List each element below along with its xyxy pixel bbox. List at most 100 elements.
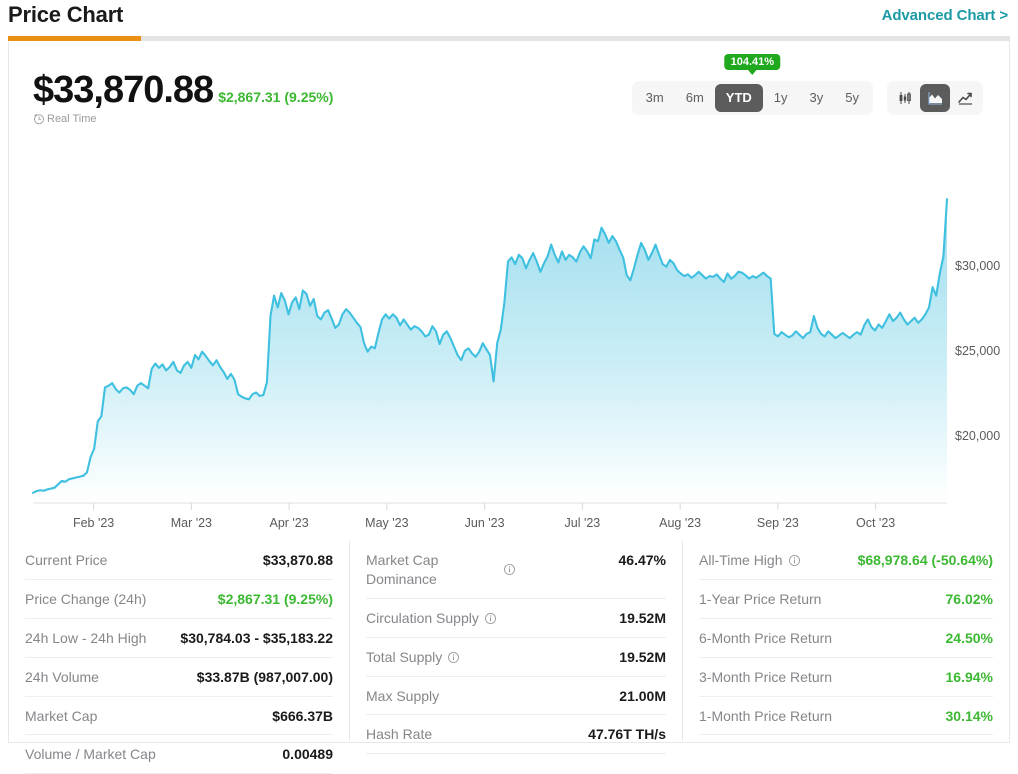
stats-column-3: All-Time High $68,978.64 (-50.64%) 1-Year …: [682, 541, 1009, 741]
range-button-5y[interactable]: 5y: [834, 84, 870, 112]
x-axis-tick-label: Oct '23: [856, 516, 895, 530]
chart-card: $33,870.88 $2,867.31 (9.25%) Real Time 10…: [8, 41, 1010, 774]
realtime-label: Real Time: [47, 113, 97, 125]
page-title: Price Chart: [8, 2, 124, 27]
realtime-indicator: Real Time: [33, 113, 333, 125]
stat-label-wrap: Current Price: [25, 551, 107, 570]
stat-row: Market Cap Dominance 46.47%: [366, 541, 666, 599]
range-button-ytd[interactable]: YTD: [714, 84, 763, 112]
chart-controls: 104.41% 3m 6m YTD 1y 3y 5y: [631, 54, 983, 115]
y-axis-tick-label: $30,000: [955, 259, 1000, 273]
stat-label: 1-Year Price Return: [699, 590, 822, 607]
stat-value: 76.02%: [945, 590, 993, 607]
current-price: $33,870.88: [33, 69, 214, 111]
stat-label-wrap: Market Cap: [25, 707, 97, 726]
stat-label-wrap: 3-Month Price Return: [699, 668, 832, 687]
x-axis-ticks: Feb '23 Mar '23 Apr '23 May '23 Jun '23 Jul '…: [73, 503, 895, 530]
stat-value: 47.76T TH/s: [588, 726, 666, 743]
stat-label-wrap: 1-Year Price Return: [699, 590, 821, 609]
stat-value: $30,784.03 - $35,183.22: [180, 629, 333, 646]
candlestick-icon[interactable]: [890, 84, 920, 112]
page-header: Price Chart Advanced Chart >: [0, 0, 1018, 38]
range-button-3m[interactable]: 3m: [635, 84, 675, 112]
stat-label: Hash Rate: [366, 726, 433, 743]
info-icon[interactable]: [484, 612, 497, 625]
area-chart-icon[interactable]: [920, 84, 950, 112]
stat-row: 1-Year Price Return 76.02%: [699, 580, 993, 619]
x-axis-tick-label: Aug '23: [659, 516, 701, 530]
stat-label: Volume / Market Cap: [25, 746, 156, 763]
chart-series: [31, 198, 949, 504]
stat-label: Max Supply: [366, 687, 440, 704]
stats-column-1: Current Price $33,870.88 Price Change (24h…: [9, 541, 349, 774]
x-axis-tick-label: Mar '23: [171, 516, 212, 530]
stat-value: 46.47%: [618, 552, 666, 568]
price-chart-graph[interactable]: $20,000 $25,000 $30,000 Feb '23 Mar '23 Apr …: [9, 151, 1009, 541]
stat-label: 1-Month Price Return: [699, 707, 833, 724]
stat-label: Total Supply: [366, 648, 443, 665]
x-axis-tick-label: May '23: [365, 516, 408, 530]
stat-label-wrap: 1-Month Price Return: [699, 707, 832, 726]
stat-row: Max Supply 21.00M: [366, 677, 666, 716]
stat-value: $666.37B: [272, 707, 333, 724]
stat-label-wrap: Volume / Market Cap: [25, 745, 156, 764]
price-change: $2,867.31 (9.25%): [218, 89, 334, 105]
x-axis-tick-label: Jul '23: [565, 516, 601, 530]
x-axis-tick-label: Apr '23: [270, 516, 309, 530]
x-axis-tick-label: Jun '23: [465, 516, 505, 530]
stat-value: $33.87B (987,007.00): [196, 668, 333, 685]
stat-value: $68,978.64 (-50.64%): [857, 552, 993, 568]
stats-column-2: Market Cap Dominance 46.47% Circulation Su…: [349, 541, 682, 755]
stat-label-wrap: All-Time High: [699, 551, 801, 570]
stat-row: 24h Low - 24h High $30,784.03 - $35,183.2…: [25, 619, 333, 658]
stat-row: 1-Month Price Return 30.14%: [699, 697, 993, 736]
stat-row: Price Change (24h) $2,867.31 (9.25%): [25, 580, 333, 619]
stat-label: All-Time High: [699, 552, 783, 568]
stat-row: 3-Month Price Return 16.94%: [699, 658, 993, 697]
y-axis-tick-label: $20,000: [955, 429, 1000, 443]
range-selector: 104.41% 3m 6m YTD 1y 3y 5y: [631, 54, 873, 115]
clock-icon: [33, 113, 45, 125]
advanced-chart-link[interactable]: Advanced Chart >: [882, 7, 1008, 24]
stat-row: Volume / Market Cap 0.00489: [25, 735, 333, 774]
chart-svg: $20,000 $25,000 $30,000 Feb '23 Mar '23 Apr …: [31, 198, 1000, 530]
stat-label: 24h Volume: [25, 668, 99, 685]
statistics-panel: Current Price $33,870.88 Price Change (24h…: [9, 541, 1009, 774]
stat-label: 6-Month Price Return: [699, 629, 833, 646]
range-button-6m[interactable]: 6m: [675, 84, 715, 112]
stat-value: 21.00M: [619, 687, 666, 704]
stat-row: Circulation Supply 19.52M: [366, 599, 666, 638]
stat-label-wrap: Hash Rate: [366, 725, 432, 744]
stat-label-wrap: 6-Month Price Return: [699, 629, 832, 648]
stat-label-wrap: Total Supply: [366, 648, 460, 667]
x-axis-tick-label: Feb '23: [73, 516, 114, 530]
line-chart-icon[interactable]: [950, 84, 980, 112]
stat-value: $33,870.88: [262, 552, 333, 568]
stat-row: 24h Volume $33.87B (987,007.00): [25, 658, 333, 697]
stat-label: Price Change (24h): [25, 590, 147, 607]
stat-label: Circulation Supply: [366, 609, 479, 626]
stat-label-wrap: Price Change (24h): [25, 590, 146, 609]
stat-row: Market Cap $666.37B: [25, 697, 333, 736]
stat-row: Total Supply 19.52M: [366, 638, 666, 677]
stat-row: 6-Month Price Return 24.50%: [699, 619, 993, 658]
x-axis-tick-label: Sep '23: [757, 516, 799, 530]
range-button-1y[interactable]: 1y: [763, 84, 799, 112]
range-return-badge: 104.41%: [724, 54, 781, 70]
range-button-3y[interactable]: 3y: [799, 84, 835, 112]
stat-row: Current Price $33,870.88: [25, 541, 333, 580]
stat-row: All-Time High $68,978.64 (-50.64%): [699, 541, 993, 580]
stat-label: 3-Month Price Return: [699, 668, 833, 685]
stat-label-wrap: Market Cap Dominance: [366, 551, 516, 589]
stat-label-wrap: 24h Low - 24h High: [25, 629, 146, 648]
info-icon[interactable]: [788, 554, 801, 567]
y-axis-ticks: $20,000 $25,000 $30,000: [955, 259, 1000, 443]
info-icon[interactable]: [447, 651, 460, 664]
stat-value: 16.94%: [945, 668, 993, 685]
price-summary: $33,870.88 $2,867.31 (9.25%) Real Time: [33, 69, 333, 125]
stat-value: 30.14%: [945, 707, 993, 724]
stat-label-wrap: Circulation Supply: [366, 609, 497, 628]
info-icon[interactable]: [503, 563, 516, 576]
stat-value: 19.52M: [619, 609, 666, 626]
stat-label-wrap: 24h Volume: [25, 668, 99, 687]
